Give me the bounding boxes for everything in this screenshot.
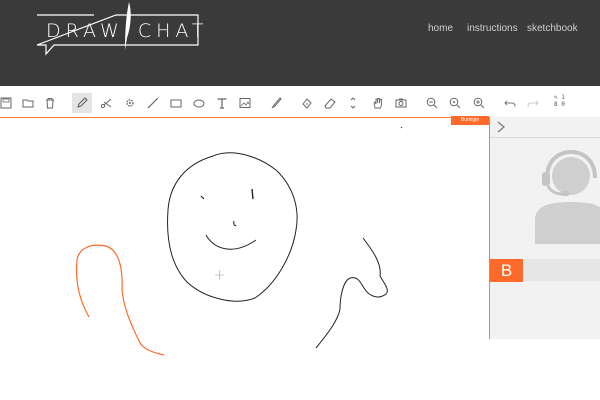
eraser-tool[interactable]	[320, 93, 340, 113]
rectangle-tool[interactable]	[166, 93, 186, 113]
redo-button[interactable]	[523, 93, 543, 113]
undo-button[interactable]	[500, 93, 520, 113]
camera-icon	[395, 98, 407, 108]
site-header: DRAW CHAT home instructions sketchbook	[0, 0, 600, 86]
brush-icon	[271, 97, 282, 109]
clear-button[interactable]	[40, 93, 60, 113]
stroke-size-icon	[350, 97, 356, 109]
hand-icon	[373, 98, 382, 109]
stroke-size-control[interactable]	[343, 93, 363, 113]
image-tool[interactable]	[235, 93, 255, 113]
folder-icon	[22, 99, 34, 108]
counter-pen-icon: ✎	[554, 94, 558, 101]
nav-instructions[interactable]: instructions	[467, 23, 518, 34]
image-icon	[239, 98, 251, 108]
cut-tool[interactable]	[96, 93, 116, 113]
fill-icon	[302, 98, 312, 109]
ellipse-tool[interactable]	[189, 93, 209, 113]
undo-icon	[504, 100, 516, 107]
text-icon	[217, 98, 227, 109]
pan-tool[interactable]	[368, 93, 388, 113]
stroke-counter: ✎ 1 8 0	[554, 94, 565, 108]
ellipse-icon	[193, 99, 205, 108]
redo-icon	[527, 100, 539, 107]
face-eye-right-stroke	[251, 188, 254, 200]
zoom-out-button[interactable]	[422, 93, 442, 113]
drawing-toolbar	[0, 90, 600, 116]
gear-icon	[126, 99, 134, 107]
cursor-crosshair	[215, 270, 224, 280]
canvas-drawing	[75, 126, 403, 356]
main-nav: home instructions sketchbook	[0, 23, 600, 37]
eraser-icon	[324, 98, 336, 109]
text-tool[interactable]	[212, 93, 232, 113]
snapshot-tool[interactable]	[391, 93, 411, 113]
black-squiggle-stroke	[315, 237, 388, 349]
user-initial-badge: B	[490, 259, 523, 282]
pencil-tool[interactable]	[72, 93, 92, 113]
zoom-out-icon	[426, 97, 438, 109]
panel-divider	[490, 137, 600, 138]
face-outline-stroke	[167, 152, 298, 302]
pencil-icon	[77, 97, 88, 108]
rectangle-icon	[170, 99, 182, 108]
orange-stroke	[75, 244, 165, 356]
face-nose-stroke	[233, 220, 237, 227]
zoom-reset-icon	[449, 97, 461, 109]
trash-icon	[46, 98, 54, 109]
nav-sketchbook[interactable]: sketchbook	[527, 23, 578, 34]
line-icon	[147, 97, 159, 109]
zoom-in-icon	[473, 97, 485, 109]
face-mouth-stroke	[205, 234, 257, 250]
zoom-in-button[interactable]	[469, 93, 489, 113]
settings-tool[interactable]	[120, 93, 140, 113]
scissors-icon	[100, 98, 112, 109]
dot-stroke	[400, 126, 403, 129]
user-avatar-headset-icon	[535, 150, 600, 244]
open-button[interactable]	[18, 93, 38, 113]
save-icon	[0, 97, 12, 109]
line-tool[interactable]	[143, 93, 163, 113]
chevron-right-icon[interactable]	[495, 120, 507, 134]
fill-tool[interactable]	[297, 93, 317, 113]
brush-tool[interactable]	[266, 93, 286, 113]
nav-home[interactable]: home	[428, 23, 453, 34]
face-eye-left-stroke	[200, 195, 205, 200]
save-button[interactable]	[0, 93, 16, 113]
zoom-reset-button[interactable]	[445, 93, 465, 113]
